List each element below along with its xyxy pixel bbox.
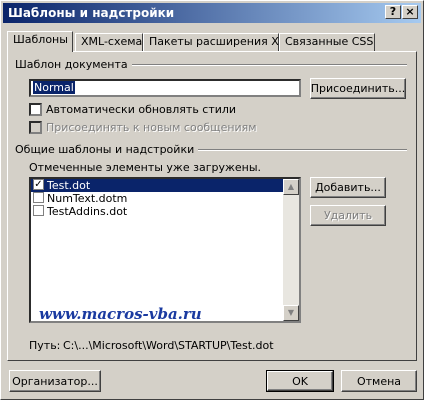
remove-button[interactable]: Удалить (310, 205, 386, 226)
path-label: Путь: (29, 339, 61, 352)
tab-linked-css[interactable]: Связанные CSS (279, 33, 375, 51)
item-name: NumText.dotm (47, 192, 128, 205)
list-item[interactable]: TestAddins.dot (31, 205, 283, 218)
dialog-window: Шаблоны и надстройки ? × Шаблоны XML-схе… (0, 0, 424, 400)
item-checkbox[interactable] (33, 205, 44, 216)
tab-xml-schema[interactable]: XML-схема (75, 33, 143, 51)
scroll-up-icon[interactable]: ▲ (283, 179, 299, 195)
attach-button[interactable]: Присоединить... (310, 78, 406, 99)
list-item[interactable]: NumText.dotm (31, 192, 283, 205)
attach-new-messages-label: Присоединять к новым сообщениям (46, 121, 257, 134)
loaded-items-note: Отмеченные элементы уже загружены. (29, 161, 262, 174)
group-divider (97, 64, 407, 66)
templates-list[interactable]: ✓ Test.dot NumText.dotm TestAddins.dot ▲… (29, 177, 301, 323)
global-templates-group-label: Общие шаблоны и надстройки (15, 143, 199, 156)
attach-new-messages-checkbox[interactable] (29, 121, 42, 134)
title-bar[interactable]: Шаблоны и надстройки ? × (3, 3, 421, 23)
group-divider (171, 149, 407, 151)
window-title: Шаблоны и надстройки (8, 6, 175, 20)
auto-update-styles-checkbox[interactable] (29, 103, 42, 116)
tab-templates[interactable]: Шаблоны (7, 31, 73, 52)
ok-button[interactable]: OK (266, 370, 334, 392)
organizer-button[interactable]: Организатор... (9, 370, 101, 392)
help-button[interactable]: ? (385, 5, 401, 19)
scroll-down-icon[interactable]: ▼ (283, 305, 299, 321)
template-name-value: Normal (33, 81, 75, 94)
item-name: TestAddins.dot (47, 205, 128, 218)
item-name: Test.dot (47, 179, 91, 192)
item-checkbox[interactable] (33, 192, 44, 203)
list-scrollbar[interactable]: ▲ ▼ (283, 179, 299, 321)
tab-xml-expansion-packs[interactable]: Пакеты расширения XML (143, 33, 294, 51)
close-button[interactable]: × (402, 5, 418, 19)
auto-update-styles-label: Автоматически обновлять стили (46, 103, 237, 116)
document-template-group-label: Шаблон документа (15, 58, 132, 71)
watermark-text: www.macros-vba.ru (39, 305, 202, 323)
cancel-button[interactable]: Отмена (341, 370, 417, 392)
add-button[interactable]: Добавить... (310, 177, 386, 198)
item-checkbox[interactable]: ✓ (33, 179, 44, 190)
list-item[interactable]: ✓ Test.dot (31, 179, 283, 192)
template-name-input[interactable]: Normal (29, 79, 301, 97)
path-value: C:\...\Microsoft\Word\STARTUP\Test.dot (63, 339, 274, 352)
